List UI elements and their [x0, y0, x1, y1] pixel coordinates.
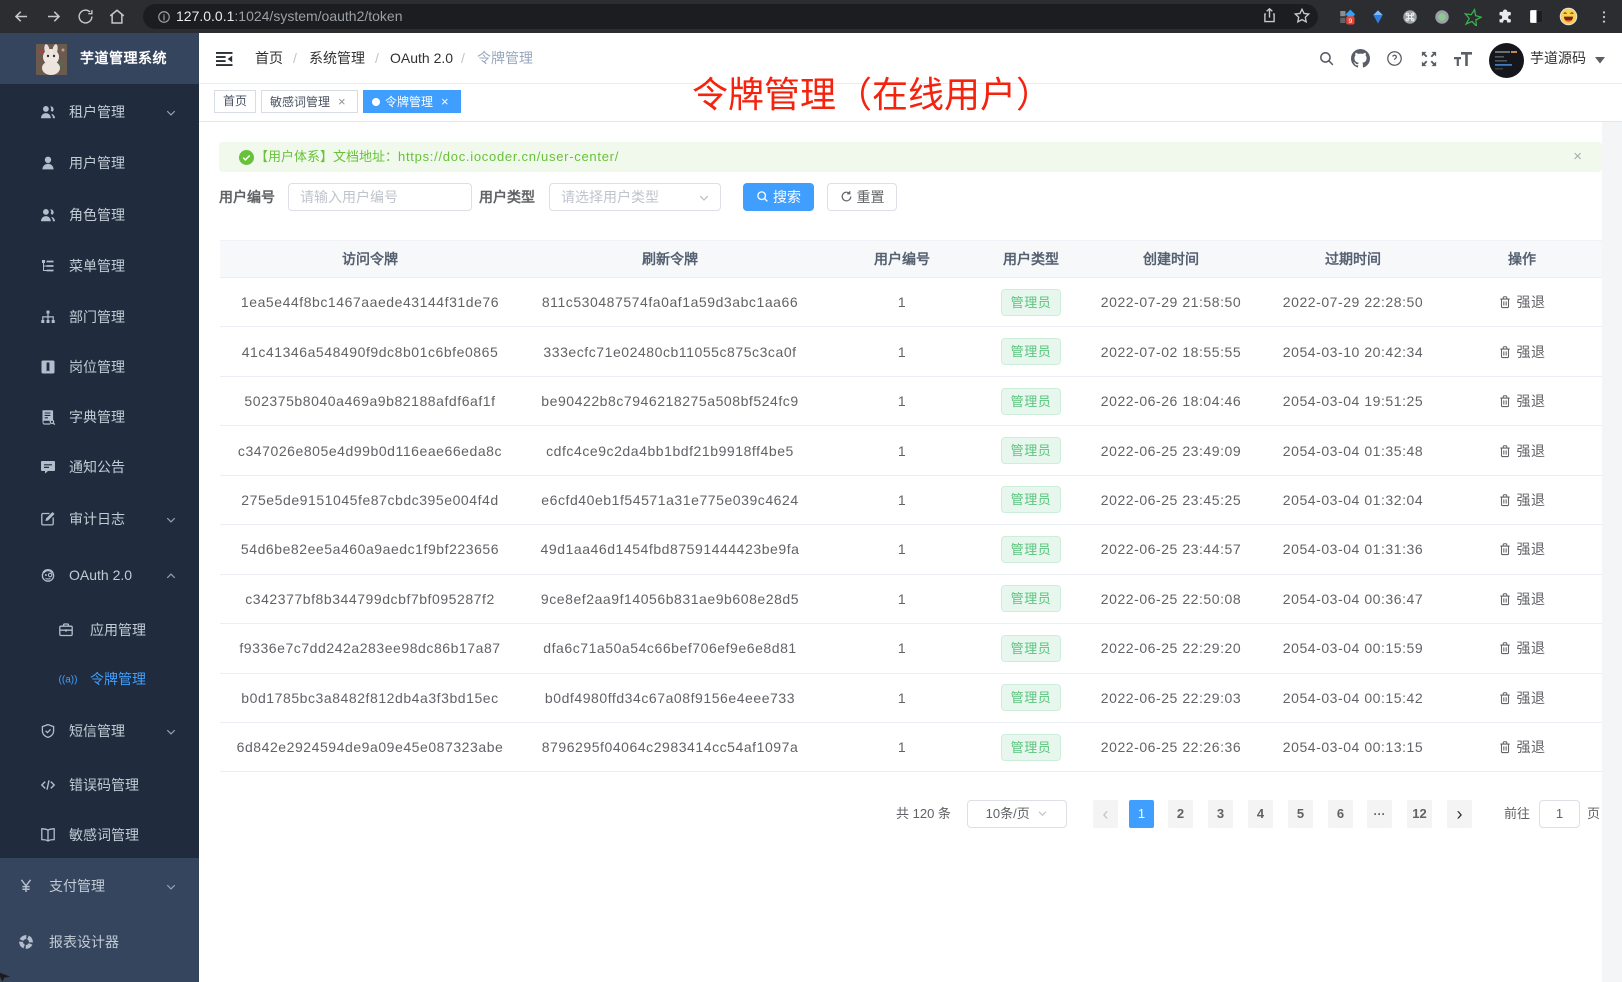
svg-text:9: 9	[1348, 18, 1352, 25]
svg-text:((a)): ((a))	[59, 675, 78, 686]
